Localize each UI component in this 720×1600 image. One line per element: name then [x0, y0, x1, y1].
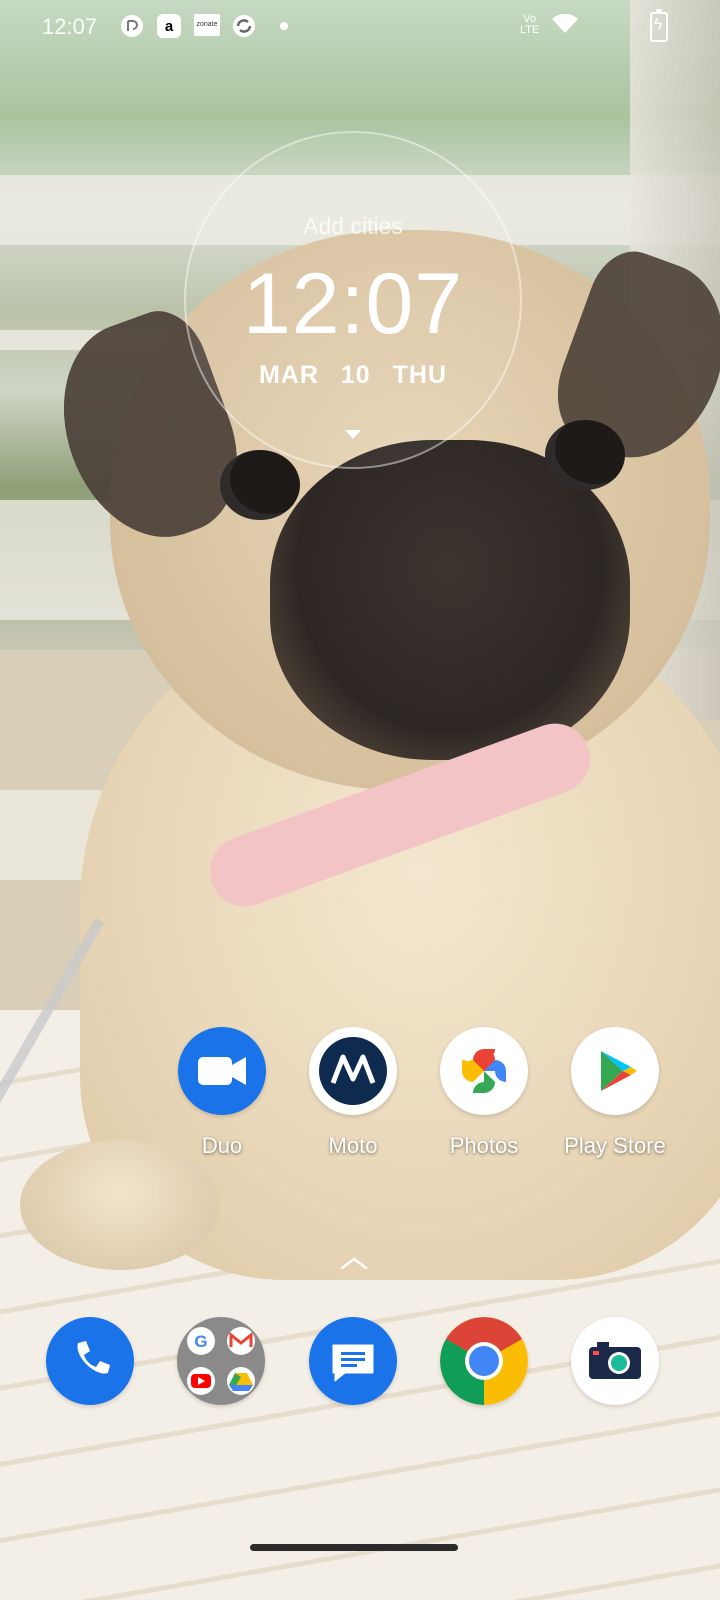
dock-camera[interactable]	[571, 1317, 659, 1405]
google-apps-folder-icon: G	[187, 1327, 255, 1395]
photos-icon	[440, 1027, 528, 1115]
app-label: Photos	[449, 1133, 519, 1158]
app-photos[interactable]: Photos	[424, 1027, 544, 1159]
app-label: Play Store	[564, 1133, 666, 1158]
volte-icon: Vo LTE	[520, 13, 540, 36]
play-store-icon	[571, 1027, 659, 1115]
app-duo[interactable]: Duo	[162, 1027, 282, 1159]
dock-messages[interactable]	[309, 1317, 397, 1405]
clock-widget[interactable]: Add cities 12:07 MAR 10 THU	[184, 131, 522, 469]
app-play-store[interactable]: Play Store	[555, 1027, 675, 1159]
sync-icon	[232, 14, 256, 38]
battery-charging-icon: ϟ	[650, 9, 668, 42]
clock-date: MAR 10 THU	[258, 361, 447, 389]
app-label: Duo	[201, 1133, 243, 1158]
rotate-notification-icon	[120, 14, 144, 38]
dock-phone[interactable]	[46, 1317, 134, 1405]
status-time: 12:07	[42, 14, 98, 39]
dock-chrome[interactable]	[440, 1317, 528, 1405]
amazon-icon: a	[157, 14, 181, 38]
app-moto[interactable]: Moto	[293, 1027, 413, 1159]
duo-icon	[178, 1027, 266, 1115]
phone-icon	[77, 1341, 110, 1374]
gesture-nav-handle[interactable]	[250, 1544, 458, 1551]
news-icon: zonate	[194, 14, 220, 36]
moto-icon	[309, 1027, 397, 1115]
dock-google-folder[interactable]: G	[177, 1317, 265, 1405]
wifi-icon	[552, 14, 578, 33]
expand-caret-icon[interactable]	[345, 430, 361, 439]
chrome-icon	[440, 1317, 528, 1405]
clock-time: 12:07	[242, 256, 464, 352]
status-bar: 12:07 a zonate Vo LTE ϟ	[0, 0, 720, 56]
app-label: Moto	[328, 1133, 378, 1158]
more-notifications-dot-icon	[280, 22, 288, 30]
svg-text:G: G	[194, 1332, 207, 1351]
add-cities-link[interactable]: Add cities	[186, 213, 520, 240]
messages-icon	[332, 1344, 374, 1382]
app-drawer-chevron-icon[interactable]	[340, 1256, 368, 1270]
camera-icon	[589, 1342, 641, 1379]
